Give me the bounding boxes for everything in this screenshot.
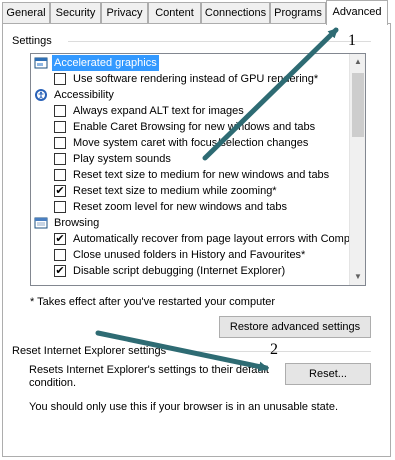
tab-strip: General Security Privacy Content Connect… — [0, 0, 395, 25]
unusable-state-warning: You should only use this if your browser… — [29, 401, 338, 413]
tree-option[interactable]: Play system sounds — [31, 151, 351, 167]
checkbox[interactable] — [54, 105, 66, 117]
tab-advanced[interactable]: Advanced — [326, 0, 388, 25]
tree-option-label: Use software rendering instead of GPU re… — [73, 73, 319, 85]
tree-option-label: Always expand ALT text for images — [73, 105, 244, 117]
tree-option[interactable]: Reset zoom level for new windows and tab… — [31, 199, 351, 215]
reset-description: Resets Internet Explorer's settings to t… — [29, 364, 269, 389]
restore-advanced-settings-button[interactable]: Restore advanced settings — [219, 316, 371, 338]
checkbox-checked[interactable]: ✔ — [54, 233, 66, 245]
tree-category-label: Browsing — [54, 217, 100, 229]
accessibility-icon — [34, 88, 48, 102]
checkbox-checked[interactable]: ✔ — [54, 185, 66, 197]
tree-option[interactable]: ✔ Disable script debugging (Internet Expl… — [31, 263, 351, 279]
tree-option-label: Reset zoom level for new windows and tab… — [73, 201, 287, 213]
checkbox[interactable] — [54, 137, 66, 149]
tree-option-label: Close unused folders in History and Favo… — [73, 249, 306, 261]
tab-privacy[interactable]: Privacy — [101, 2, 148, 24]
reset-group-label: Reset Internet Explorer settings — [12, 345, 167, 357]
tree-category[interactable]: Browsing — [31, 215, 351, 231]
settings-tree[interactable]: Accelerated graphics Use software renderi… — [30, 53, 366, 286]
checkbox[interactable] — [54, 201, 66, 213]
tree-option[interactable]: Enable Caret Browsing for new windows an… — [31, 119, 351, 135]
tree-option[interactable]: Move system caret with focus/selection c… — [31, 135, 351, 151]
tree-option-label: Reset text size to medium while zooming* — [73, 185, 277, 197]
checkbox[interactable] — [54, 153, 66, 165]
checkbox[interactable] — [54, 169, 66, 181]
tree-category[interactable]: Accessibility — [31, 87, 351, 103]
scroll-down-icon[interactable]: ▼ — [350, 269, 366, 285]
accelerated-graphics-icon — [34, 56, 48, 70]
tree-option-label: Reset text size to medium for new window… — [73, 169, 330, 181]
settings-scrollbar[interactable]: ▲ ▼ — [349, 54, 365, 285]
reset-divider — [198, 351, 371, 352]
tab-connections[interactable]: Connections — [201, 2, 270, 24]
checkbox[interactable] — [54, 249, 66, 261]
browsing-icon — [34, 216, 48, 230]
tree-option-label: Automatically recover from page layout e… — [73, 233, 357, 245]
annotation-number-1: 1 — [348, 32, 356, 49]
checkbox-checked[interactable]: ✔ — [54, 265, 66, 277]
tree-option-label: Disable script debugging (Internet Explo… — [73, 265, 286, 277]
tree-option[interactable]: ✔ Reset text size to medium while zooming… — [31, 183, 351, 199]
tree-option[interactable]: Always expand ALT text for images — [31, 103, 351, 119]
tree-category-label: Accelerated graphics — [52, 55, 159, 71]
tree-option-label: Enable Caret Browsing for new windows an… — [73, 121, 316, 133]
tree-category[interactable]: Accelerated graphics — [31, 55, 351, 71]
checkbox[interactable] — [54, 73, 66, 85]
tree-category-label: Accessibility — [54, 89, 114, 101]
tab-programs[interactable]: Programs — [270, 2, 326, 24]
reset-button[interactable]: Reset... — [285, 363, 371, 385]
settings-group-label: Settings — [12, 35, 52, 47]
settings-divider — [68, 41, 371, 42]
restart-note: * Takes effect after you've restarted yo… — [30, 296, 276, 308]
tree-option[interactable]: Reset text size to medium for new window… — [31, 167, 351, 183]
tree-option[interactable]: Use software rendering instead of GPU re… — [31, 71, 351, 87]
tree-option-label: Move system caret with focus/selection c… — [73, 137, 309, 149]
scroll-up-icon[interactable]: ▲ — [350, 54, 366, 70]
tab-security[interactable]: Security — [50, 2, 101, 24]
tree-option[interactable]: Close unused folders in History and Favo… — [31, 247, 351, 263]
checkbox[interactable] — [54, 121, 66, 133]
scroll-thumb[interactable] — [352, 73, 364, 137]
annotation-number-2: 2 — [270, 341, 278, 358]
tree-option-label: Play system sounds — [73, 153, 171, 165]
tree-option[interactable]: ✔ Automatically recover from page layout … — [31, 231, 356, 247]
tab-general[interactable]: General — [2, 2, 50, 24]
tab-content[interactable]: Content — [148, 2, 201, 24]
